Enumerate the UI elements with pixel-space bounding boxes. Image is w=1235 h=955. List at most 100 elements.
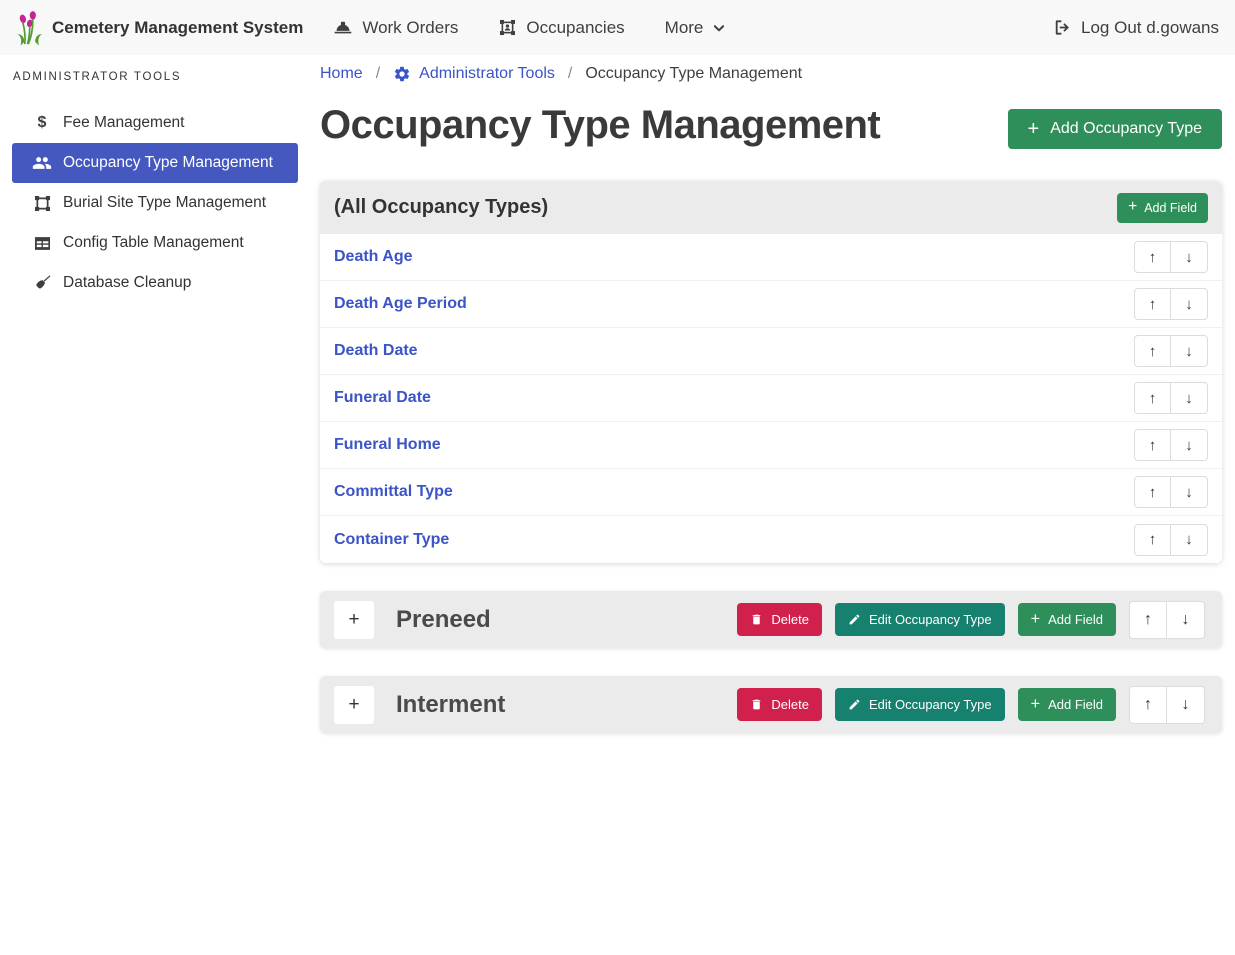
move-up-button[interactable]: ↑ [1134, 288, 1171, 320]
nav-item-work-orders[interactable]: Work Orders [333, 18, 458, 38]
expand-button[interactable]: + [334, 601, 374, 639]
section-title: Preneed [396, 606, 724, 634]
field-link-death-age-period[interactable]: Death Age Period [334, 295, 467, 313]
field-row: Death Date ↑ ↓ [320, 328, 1222, 375]
move-up-button[interactable]: ↑ [1134, 524, 1171, 556]
edit-occupancy-type-button[interactable]: Edit Occupancy Type [835, 688, 1005, 721]
sign-out-icon [1053, 18, 1072, 37]
app-title: Cemetery Management System [52, 18, 303, 38]
delete-button[interactable]: Delete [737, 688, 822, 721]
nav-item-label: Occupancies [526, 18, 624, 38]
card-title: (All Occupancy Types) [334, 196, 548, 219]
card-header: (All Occupancy Types) + Add Field [320, 181, 1222, 234]
sidebar-item-database-cleanup[interactable]: Database Cleanup [12, 263, 298, 303]
sidebar-header: ADMINISTRATOR TOOLS [0, 55, 310, 103]
nav-item-more[interactable]: More [665, 18, 727, 38]
move-down-button[interactable]: ↓ [1171, 335, 1208, 367]
move-up-button[interactable]: ↑ [1129, 686, 1167, 724]
nav-item-occupancies[interactable]: Occupancies [498, 18, 624, 38]
sidebar-item-config-table-management[interactable]: Config Table Management [12, 223, 298, 263]
sidebar-item-fee-management[interactable]: $ Fee Management [12, 103, 298, 143]
sidebar-item-burial-site-type-management[interactable]: Burial Site Type Management [12, 183, 298, 223]
sidebar-item-label: Fee Management [63, 114, 185, 132]
sidebar-item-label: Database Cleanup [63, 274, 191, 292]
pencil-icon [848, 613, 861, 626]
broom-icon [30, 273, 54, 293]
move-down-button[interactable]: ↓ [1171, 382, 1208, 414]
dollar-icon: $ [30, 114, 54, 132]
move-down-button[interactable]: ↓ [1167, 686, 1205, 724]
field-link-death-date[interactable]: Death Date [334, 342, 418, 360]
move-down-button[interactable]: ↓ [1171, 429, 1208, 461]
sidebar-item-label: Occupancy Type Management [63, 154, 273, 172]
breadcrumb-separator: / [568, 65, 572, 83]
move-up-button[interactable]: ↑ [1134, 429, 1171, 461]
vector-square-icon [30, 194, 54, 213]
section-title: Interment [396, 691, 724, 719]
all-occupancy-types-card: (All Occupancy Types) + Add Field Death … [320, 181, 1222, 563]
reorder-controls: ↑ ↓ [1134, 382, 1208, 414]
field-row: Funeral Home ↑ ↓ [320, 422, 1222, 469]
move-down-button[interactable]: ↓ [1171, 288, 1208, 320]
brand: Cemetery Management System [16, 10, 303, 46]
occupancy-frame-icon [498, 18, 517, 37]
reorder-controls: ↑ ↓ [1134, 288, 1208, 320]
pencil-icon [848, 698, 861, 711]
reorder-controls: ↑ ↓ [1134, 335, 1208, 367]
plus-icon: + [1128, 201, 1137, 214]
sidebar: ADMINISTRATOR TOOLS $ Fee Management Occ… [0, 55, 310, 738]
sidebar-item-label: Burial Site Type Management [63, 194, 266, 212]
move-up-button[interactable]: ↑ [1134, 476, 1171, 508]
field-link-committal-type[interactable]: Committal Type [334, 483, 453, 501]
chevron-down-icon [712, 21, 726, 35]
move-up-button[interactable]: ↑ [1134, 382, 1171, 414]
top-navbar: Cemetery Management System Work Orders O… [0, 0, 1235, 55]
field-row: Committal Type ↑ ↓ [320, 469, 1222, 516]
section-preneed: + Preneed Delete Edit Occupancy Type + A… [320, 591, 1222, 648]
reorder-controls: ↑ ↓ [1134, 524, 1208, 556]
field-link-funeral-home[interactable]: Funeral Home [334, 436, 441, 454]
breadcrumb-current: Occupancy Type Management [585, 65, 802, 83]
breadcrumb-admin-tools-link[interactable]: Administrator Tools [393, 65, 555, 83]
move-up-button[interactable]: ↑ [1134, 241, 1171, 273]
delete-button[interactable]: Delete [737, 603, 822, 636]
logout-label: Log Out d.gowans [1081, 18, 1219, 38]
reorder-controls: ↑ ↓ [1134, 476, 1208, 508]
field-link-container-type[interactable]: Container Type [334, 531, 449, 549]
field-row: Funeral Date ↑ ↓ [320, 375, 1222, 422]
move-down-button[interactable]: ↓ [1171, 476, 1208, 508]
sidebar-item-occupancy-type-management[interactable]: Occupancy Type Management [12, 143, 298, 183]
plus-icon: + [1031, 698, 1041, 711]
field-link-death-age[interactable]: Death Age [334, 248, 413, 266]
title-row: Occupancy Type Management + Add Occupanc… [320, 99, 1222, 151]
breadcrumb-home-link[interactable]: Home [320, 65, 363, 83]
move-down-button[interactable]: ↓ [1171, 524, 1208, 556]
hard-hat-icon [333, 18, 353, 38]
table-icon [30, 234, 54, 253]
reorder-controls: ↑ ↓ [1129, 686, 1205, 724]
trash-icon [750, 613, 763, 626]
logout-button[interactable]: Log Out d.gowans [1053, 18, 1219, 38]
sidebar-item-label: Config Table Management [63, 234, 244, 252]
tulip-logo-icon [16, 10, 42, 46]
field-link-funeral-date[interactable]: Funeral Date [334, 389, 431, 407]
gear-icon [393, 65, 411, 83]
main-content: Home / Administrator Tools / Occupancy T… [310, 55, 1235, 955]
move-up-button[interactable]: ↑ [1134, 335, 1171, 367]
nav-item-label: Work Orders [362, 18, 458, 38]
expand-button[interactable]: + [334, 686, 374, 724]
edit-occupancy-type-button[interactable]: Edit Occupancy Type [835, 603, 1005, 636]
add-field-button[interactable]: + Add Field [1018, 603, 1116, 636]
section-interment: + Interment Delete Edit Occupancy Type +… [320, 676, 1222, 733]
move-down-button[interactable]: ↓ [1171, 241, 1208, 273]
reorder-controls: ↑ ↓ [1129, 601, 1205, 639]
field-row: Death Age Period ↑ ↓ [320, 281, 1222, 328]
move-down-button[interactable]: ↓ [1167, 601, 1205, 639]
add-field-button[interactable]: + Add Field [1117, 193, 1208, 223]
add-field-button[interactable]: + Add Field [1018, 688, 1116, 721]
breadcrumb-separator: / [376, 65, 380, 83]
nav-item-label: More [665, 18, 704, 38]
users-icon [30, 153, 54, 173]
add-occupancy-type-button[interactable]: + Add Occupancy Type [1008, 109, 1222, 149]
move-up-button[interactable]: ↑ [1129, 601, 1167, 639]
